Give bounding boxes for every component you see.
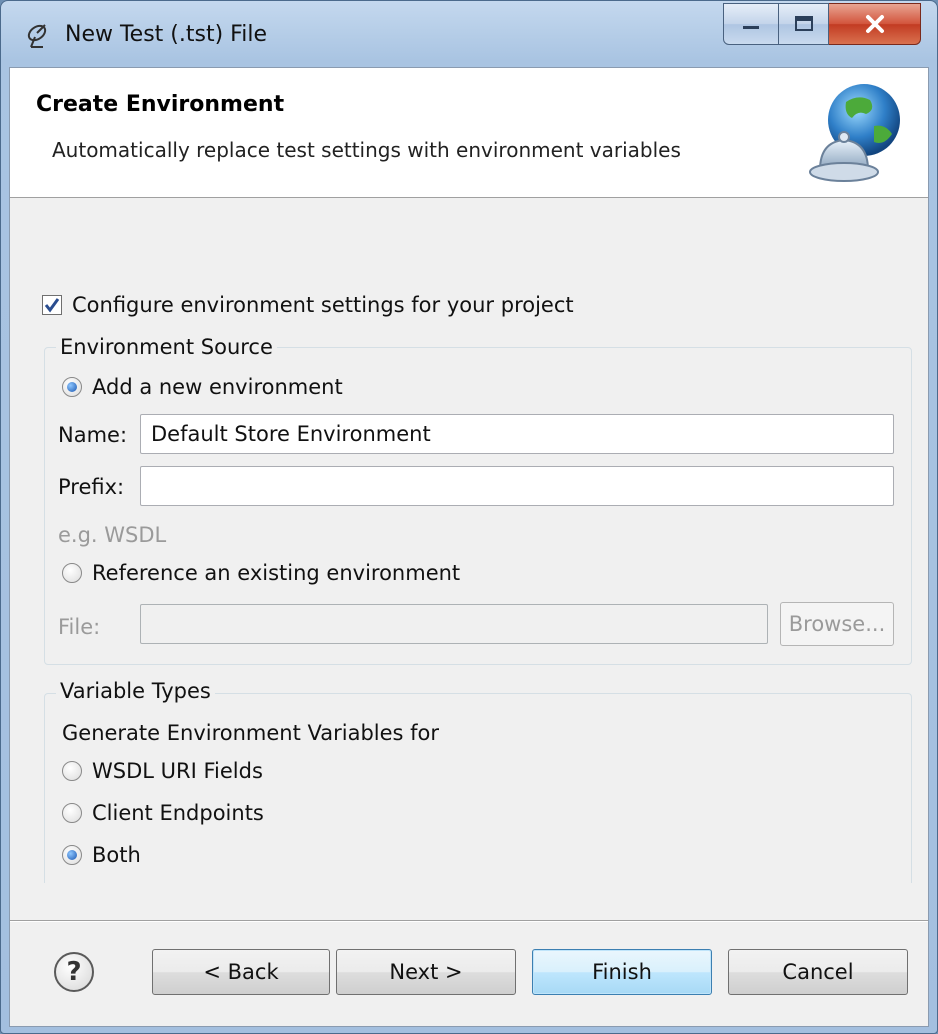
- client-endpoints-label: Client Endpoints: [92, 801, 264, 825]
- close-icon: [865, 15, 884, 33]
- configure-checkbox[interactable]: [42, 295, 62, 315]
- back-button[interactable]: < Back: [152, 949, 330, 995]
- banner-title: Create Environment: [36, 92, 285, 117]
- next-button[interactable]: Next >: [336, 949, 516, 995]
- maximize-button[interactable]: [779, 3, 829, 45]
- maximize-icon: [794, 16, 813, 31]
- name-field[interactable]: Default Store Environment: [140, 414, 894, 454]
- checkmark-icon: [44, 298, 60, 313]
- prefix-label: Prefix:: [58, 475, 125, 499]
- add-new-environment-label: Add a new environment: [92, 375, 343, 399]
- environment-source-legend: Environment Source: [56, 335, 277, 359]
- reference-environment-radio[interactable]: [62, 563, 82, 583]
- minimize-button[interactable]: [723, 3, 779, 45]
- variable-types-legend: Variable Types: [56, 679, 215, 703]
- globe-bell-icon: [809, 84, 900, 182]
- wsdl-uri-fields-label: WSDL URI Fields: [92, 759, 263, 783]
- file-label: File:: [58, 615, 101, 639]
- dialog-window: New Test (.tst) File Create Environment …: [0, 0, 938, 1034]
- window-title: New Test (.tst) File: [65, 22, 267, 47]
- dialog-client-area: Create Environment Automatically replace…: [9, 67, 929, 1027]
- wsdl-uri-fields-radio[interactable]: [62, 761, 82, 781]
- name-label: Name:: [58, 423, 128, 447]
- finish-button[interactable]: Finish: [532, 949, 712, 995]
- file-label-row: File:: [58, 615, 100, 639]
- wizard-banner: Create Environment Automatically replace…: [10, 68, 928, 198]
- variable-types-intro: Generate Environment Variables for: [62, 721, 440, 745]
- cancel-button[interactable]: Cancel: [728, 949, 908, 995]
- name-label-row: Name:: [58, 423, 127, 447]
- footer-separator: [10, 920, 928, 922]
- add-new-environment-option[interactable]: Add a new environment: [62, 375, 343, 399]
- configure-row[interactable]: Configure environment settings for your …: [42, 293, 574, 317]
- satellite-dish-icon: [27, 24, 47, 48]
- prefix-label-row: Prefix:: [58, 475, 124, 499]
- title-bar[interactable]: New Test (.tst) File: [1, 1, 937, 67]
- browse-button[interactable]: Browse...: [780, 602, 894, 646]
- close-button[interactable]: [829, 3, 921, 45]
- window-controls: [723, 3, 921, 47]
- client-endpoints-radio[interactable]: [62, 803, 82, 823]
- minimize-icon: [743, 26, 759, 29]
- add-new-environment-radio[interactable]: [62, 377, 82, 397]
- reference-environment-option[interactable]: Reference an existing environment: [62, 561, 460, 585]
- wsdl-uri-fields-option[interactable]: WSDL URI Fields: [62, 759, 263, 783]
- both-option[interactable]: Both: [62, 843, 141, 867]
- variable-types-intro-row: Generate Environment Variables for: [62, 721, 439, 745]
- prefix-hint: e.g. WSDL: [58, 523, 167, 547]
- file-field[interactable]: [140, 604, 768, 644]
- prefix-hint-row: e.g. WSDL: [58, 523, 166, 547]
- wizard-page: Configure environment settings for your …: [10, 199, 928, 919]
- both-radio[interactable]: [62, 845, 82, 865]
- reference-environment-label: Reference an existing environment: [92, 561, 461, 585]
- prefix-field[interactable]: [140, 466, 894, 506]
- help-icon[interactable]: ?: [54, 952, 94, 992]
- client-endpoints-option[interactable]: Client Endpoints: [62, 801, 264, 825]
- both-label: Both: [92, 843, 141, 867]
- banner-description: Automatically replace test settings with…: [52, 138, 681, 162]
- configure-label: Configure environment settings for your …: [72, 293, 574, 317]
